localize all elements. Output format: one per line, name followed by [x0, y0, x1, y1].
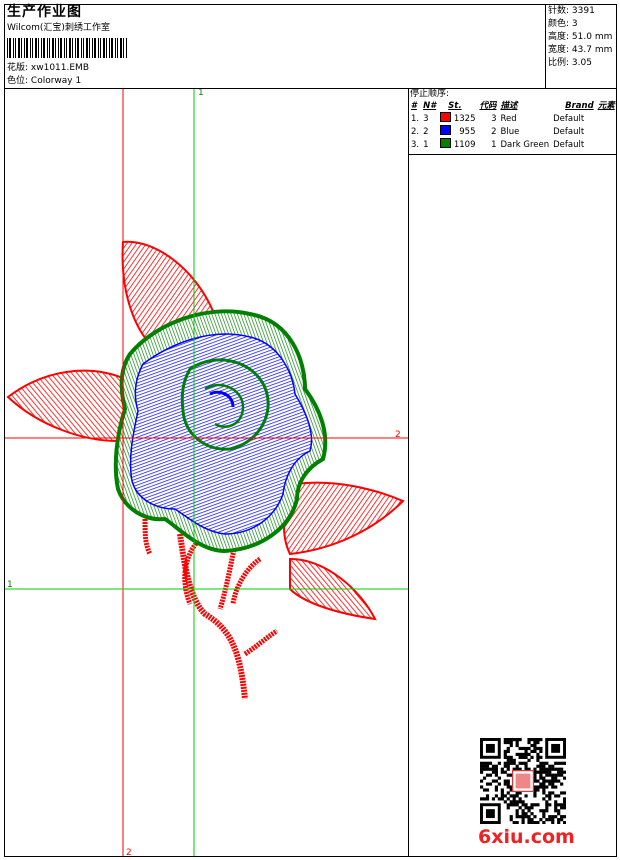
row-brand: Default [553, 113, 585, 124]
row-desc: Dark Green [500, 139, 550, 150]
row-index: 1. [411, 113, 420, 124]
col-n: N# [423, 101, 437, 111]
col-st: St. [448, 101, 462, 111]
col-index: # [411, 101, 417, 111]
colorway-value: Colorway 1 [30, 76, 82, 86]
leaf-left [6, 369, 128, 443]
col-desc: 描述 [500, 101, 518, 111]
green-horizontal-label: 1 [7, 580, 13, 590]
col-brand: Brand [565, 101, 594, 111]
stem-small [142, 518, 153, 556]
qr-code [480, 738, 566, 824]
height-value: 高度: 51.0 mm [548, 32, 613, 42]
green-vertical-label: 1 [198, 89, 204, 98]
stem-tip [243, 628, 279, 657]
row-st: 955 [438, 125, 477, 138]
embroidery-design: 1 2 1 2 [5, 89, 408, 856]
row-desc: Red [500, 113, 517, 124]
row-st: 1325 [438, 112, 477, 125]
scale-value: 比例: 3.05 [548, 58, 592, 68]
row-desc: Blue [500, 126, 520, 137]
row-n: 2 [423, 126, 429, 137]
table-row: 3. 1 1109 1 Dark Green Default [409, 138, 617, 151]
table-header-row: # N# St. 代码 描述 Brand 元素 [409, 100, 617, 112]
red-vertical-label: 2 [126, 848, 132, 856]
row-n: 3 [423, 113, 429, 124]
company-name: Wilcom(汇宝)刺绣工作室 [7, 23, 110, 33]
row-brand: Default [553, 139, 585, 150]
row-st: 1109 [438, 138, 477, 151]
red-horizontal-label: 2 [395, 430, 401, 440]
col-code: 代码 [479, 101, 497, 111]
barcode [7, 38, 127, 58]
stop-sequence-table: # N# St. 代码 描述 Brand 元素 1. 3 1325 3 Red … [409, 100, 617, 151]
row-code: 1 [491, 139, 497, 150]
design-label: 花版: xw1011.EMB [7, 63, 89, 73]
col-element: 元素 [597, 101, 615, 111]
table-row: 1. 3 1325 3 Red Default [409, 112, 617, 125]
row-code: 3 [491, 113, 497, 124]
color-swatch [440, 138, 452, 148]
row-code: 2 [491, 126, 497, 137]
table-row: 2. 2 955 2 Blue Default [409, 125, 617, 138]
width-value: 宽度: 43.7 mm [548, 45, 613, 55]
page-title: 生产作业图 [7, 4, 82, 20]
table-bottom-line [408, 154, 617, 155]
leaf-right [283, 481, 405, 556]
panel-divider [408, 88, 409, 857]
colorway-label: 色位: Colorway 1 [7, 76, 82, 86]
watermark-brand: 6xiu.com [478, 826, 575, 848]
stats-divider [545, 4, 546, 88]
design-file: xw1011.EMB [30, 63, 89, 73]
stitch-count: 针数: 3391 [548, 6, 595, 16]
row-index: 3. [411, 139, 420, 150]
row-brand: Default [553, 126, 585, 137]
color-count: 颜色: 3 [548, 19, 578, 29]
color-swatch [440, 125, 452, 135]
row-index: 2. [411, 126, 420, 137]
color-swatch [440, 112, 452, 122]
stem-right [217, 543, 262, 610]
stop-sequence-title: 停止顺序: [410, 89, 450, 99]
row-n: 1 [423, 139, 429, 150]
